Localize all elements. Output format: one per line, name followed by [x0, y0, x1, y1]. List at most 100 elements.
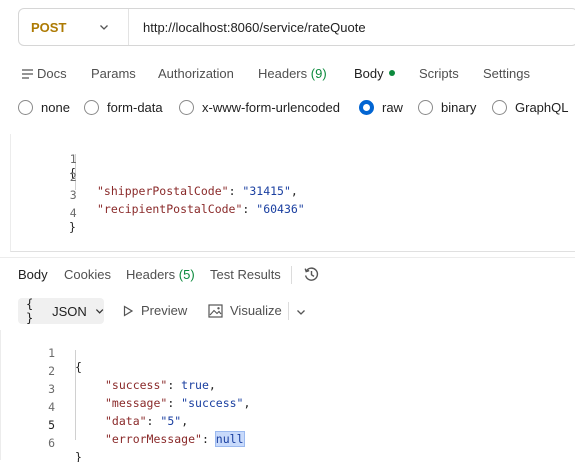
tab-headers-count: (9)	[310, 65, 327, 81]
radio-button[interactable]	[18, 100, 33, 115]
response-tab-headers-count: (5)	[178, 267, 195, 282]
json-trail: ,	[243, 396, 251, 410]
tab-body[interactable]: Body	[354, 66, 395, 81]
close-brace: }	[75, 450, 82, 462]
tab-docs[interactable]: Docs	[22, 66, 67, 81]
line-number: 4	[69, 206, 77, 220]
toolbar-divider	[288, 302, 289, 320]
json-value-selected: null	[214, 431, 245, 447]
method-label: POST	[31, 19, 67, 35]
body-type-selector: none form-data x-www-form-urlencoded raw…	[0, 96, 575, 120]
line-number: 2	[69, 170, 77, 184]
section-divider	[0, 257, 575, 258]
tab-headers-label: Headers	[258, 65, 308, 81]
response-body-viewer[interactable]: 1 { 2 "success": true, 3 "message": "suc…	[0, 330, 575, 462]
history-icon[interactable]	[303, 266, 320, 283]
response-tab-cookies[interactable]: Cookies	[64, 267, 111, 282]
json-trail: ,	[208, 378, 216, 392]
close-brace: }	[69, 220, 76, 234]
radio-button-selected[interactable]	[359, 100, 374, 115]
json-pair: "errorMessage": null	[105, 431, 245, 447]
chevron-down-icon	[95, 309, 104, 314]
radio-button[interactable]	[492, 100, 507, 115]
visualize-label: Visualize	[230, 303, 282, 318]
tab-settings[interactable]: Settings	[483, 66, 530, 81]
response-tab-headers-label: Headers	[126, 267, 176, 282]
line-number: 6	[48, 436, 55, 450]
url-input[interactable]: http://localhost:8060/service/rateQuote	[129, 20, 366, 35]
json-key: "message"	[105, 396, 168, 410]
request-body-editor[interactable]: 1 { 2 "shipperPostalCode": "31415", 3 "r…	[10, 134, 575, 252]
json-value: "60436"	[256, 202, 305, 216]
radio-urlencoded[interactable]: x-www-form-urlencoded	[179, 100, 340, 115]
json-key: "recipientPostalCode"	[97, 202, 243, 216]
text-cursor	[243, 432, 245, 447]
radio-none-label: none	[41, 100, 70, 115]
tab-params[interactable]: Params	[91, 66, 136, 81]
radio-raw-label: raw	[382, 100, 403, 115]
response-format-selector[interactable]: { } JSON	[18, 297, 104, 325]
radio-raw[interactable]: raw	[359, 100, 403, 115]
method-selector[interactable]: POST	[19, 9, 129, 45]
json-value: "5"	[160, 414, 182, 428]
tab-docs-label: Docs	[37, 65, 67, 81]
json-pair: "shipperPostalCode": "31415",	[97, 184, 298, 198]
radio-graphql[interactable]: GraphQL	[492, 100, 568, 115]
code-line: 1 {	[1, 332, 82, 374]
request-url-bar: POST http://localhost:8060/service/rateQ…	[18, 8, 575, 46]
radio-binary-label: binary	[441, 100, 477, 115]
line-number: 1	[69, 152, 77, 166]
radio-button[interactable]	[84, 100, 99, 115]
chevron-down-icon	[100, 25, 108, 30]
response-format-label: JSON	[52, 303, 87, 319]
response-tab-body[interactable]: Body	[18, 267, 48, 282]
json-value: "success"	[181, 396, 244, 410]
open-brace: {	[75, 360, 82, 374]
radio-urlencoded-label: x-www-form-urlencoded	[202, 100, 340, 115]
play-icon	[123, 304, 134, 317]
radio-button[interactable]	[418, 100, 433, 115]
json-pair: "message": "success",	[105, 396, 251, 410]
radio-graphql-label: GraphQL	[515, 100, 569, 115]
json-pair: "recipientPostalCode": "60436"	[97, 202, 305, 216]
code-line: 5 "errorMessage": null	[1, 404, 245, 447]
tab-divider	[291, 266, 292, 284]
json-key: "success"	[105, 378, 168, 392]
visualize-button[interactable]: Visualize	[208, 303, 282, 318]
docs-icon	[22, 69, 33, 79]
code-line: 4 }	[11, 192, 77, 234]
code-line: 3 "recipientPostalCode": "60436"	[11, 174, 305, 216]
code-line: 2 "success": true,	[1, 350, 216, 392]
tab-authorization[interactable]: Authorization	[158, 66, 234, 81]
code-line: 6 }	[1, 422, 82, 462]
json-trail: ,	[290, 184, 298, 198]
response-tab-headers[interactable]: Headers (5)	[126, 267, 195, 282]
radio-none[interactable]: none	[18, 100, 70, 115]
chevron-down-icon[interactable]	[296, 307, 306, 317]
preview-label: Preview	[141, 303, 188, 318]
code-line: 4 "data": "5",	[1, 386, 188, 428]
tab-scripts[interactable]: Scripts	[419, 66, 459, 81]
radio-button[interactable]	[179, 100, 194, 115]
preview-button[interactable]: Preview	[122, 303, 187, 318]
json-key: "shipperPostalCode"	[97, 184, 229, 198]
radio-binary[interactable]: binary	[418, 100, 476, 115]
json-pair: "data": "5",	[105, 414, 189, 428]
json-trail: ,	[181, 414, 189, 428]
code-line: 1 {	[11, 138, 77, 180]
json-value: "31415"	[242, 184, 291, 198]
braces-icon: { }	[26, 297, 34, 325]
code-line: 3 "message": "success",	[1, 368, 250, 410]
tab-body-label: Body	[354, 65, 384, 81]
json-key: "data"	[105, 414, 147, 428]
radio-form-data[interactable]: form-data	[84, 100, 163, 115]
tab-headers[interactable]: Headers (9)	[258, 66, 327, 81]
code-line: 2 "shipperPostalCode": "31415",	[11, 156, 298, 198]
response-tab-test-results[interactable]: Test Results	[210, 267, 281, 282]
image-icon	[208, 303, 223, 318]
json-value: true	[181, 378, 209, 392]
json-pair: "success": true,	[105, 378, 216, 392]
line-number: 3	[69, 188, 77, 202]
radio-form-data-label: form-data	[107, 100, 163, 115]
body-status-dot	[388, 70, 395, 77]
